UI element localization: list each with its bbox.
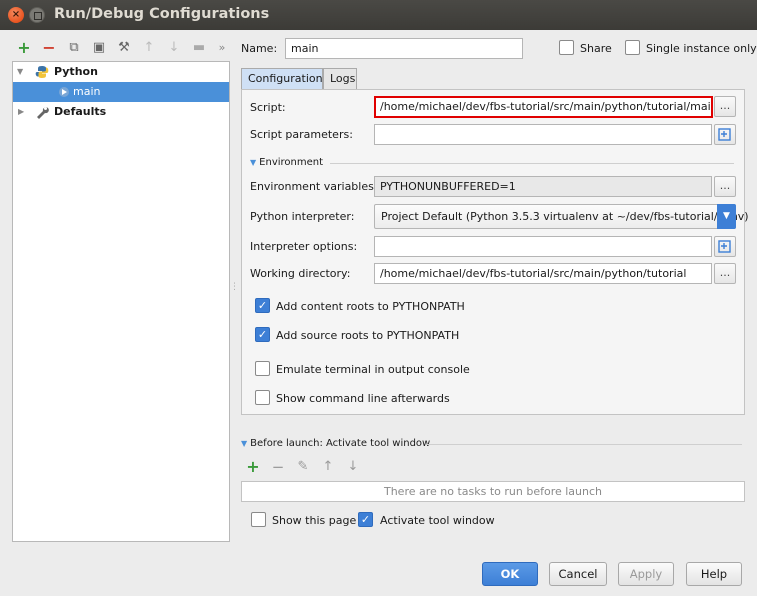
interpreter-options-label: Interpreter options: (250, 240, 358, 253)
edit-environment-button[interactable]: ... (714, 176, 736, 197)
tab-configuration[interactable]: Configuration (241, 68, 323, 90)
cancel-button[interactable]: Cancel (549, 562, 607, 586)
move-task-up-icon[interactable]: ↑ (321, 460, 335, 474)
section-expanded-icon: ▼ (250, 158, 257, 167)
section-divider (330, 163, 734, 164)
move-down-icon[interactable]: ↓ (166, 40, 182, 56)
add-content-roots-checkbox[interactable]: ✓ (255, 298, 270, 313)
emulate-terminal-label: Emulate terminal in output console (276, 363, 470, 376)
interpreter-options-input[interactable] (374, 236, 712, 257)
save-configuration-icon[interactable]: ▣ (91, 40, 107, 56)
browse-script-button[interactable]: ... (714, 96, 736, 117)
window-close-button[interactable]: × (8, 7, 24, 23)
add-task-icon[interactable]: + (246, 459, 260, 475)
environment-variables-input[interactable]: PYTHONUNBUFFERED=1 (374, 176, 712, 197)
tree-item-main[interactable]: main (13, 82, 229, 102)
wrench-icon (35, 105, 49, 119)
expand-field-button[interactable] (714, 236, 736, 257)
tree-item-defaults[interactable]: ▶ Defaults (13, 102, 229, 122)
show-command-line-checkbox[interactable] (255, 390, 270, 405)
python-run-icon (57, 85, 71, 99)
tree-item-python[interactable]: ▼ Python (13, 62, 229, 82)
browse-directory-button[interactable]: ... (714, 263, 736, 284)
working-directory-label: Working directory: (250, 267, 351, 280)
name-label: Name: (241, 42, 278, 55)
collapse-arrow-icon[interactable]: ▶ (18, 102, 24, 122)
emulate-terminal-checkbox[interactable] (255, 361, 270, 376)
single-instance-checkbox[interactable] (625, 40, 640, 55)
edit-task-icon[interactable]: ✎ (296, 460, 310, 474)
expand-arrow-icon[interactable]: ▼ (17, 62, 23, 82)
script-parameters-label: Script parameters: (250, 128, 353, 141)
tab-logs[interactable]: Logs (323, 68, 357, 90)
window-title: Run/Debug Configurations (54, 6, 270, 22)
add-configuration-icon[interactable]: + (16, 40, 32, 56)
folder-icon[interactable]: ▬ (191, 40, 207, 56)
name-input[interactable]: main (285, 38, 523, 59)
before-launch-section-header[interactable]: ▼ Before launch: Activate tool window (241, 438, 430, 449)
help-button[interactable]: Help (686, 562, 742, 586)
remove-configuration-icon[interactable]: − (41, 40, 57, 56)
script-parameters-input[interactable] (374, 124, 712, 145)
add-source-roots-label: Add source roots to PYTHONPATH (276, 329, 460, 342)
window-maximize-button[interactable] (29, 7, 45, 23)
edit-defaults-icon[interactable]: ⚒ (116, 40, 132, 56)
close-icon: × (11, 9, 21, 20)
tree-item-label: main (73, 85, 101, 98)
environment-variables-label: Environment variables: (250, 180, 378, 193)
show-this-page-checkbox[interactable] (251, 512, 266, 527)
apply-button[interactable]: Apply (618, 562, 674, 586)
section-expanded-icon: ▼ (241, 439, 248, 448)
more-actions-icon[interactable]: » (214, 40, 230, 56)
chevron-down-icon[interactable]: ▼ (717, 204, 736, 229)
section-divider (426, 444, 742, 445)
python-interpreter-value: Project Default (Python 3.5.3 virtualenv… (381, 210, 749, 223)
python-interpreter-label: Python interpreter: (250, 210, 355, 223)
script-label: Script: (250, 101, 286, 114)
expand-field-icon (718, 240, 731, 253)
activate-tool-window-checkbox[interactable]: ✓ (358, 512, 373, 527)
share-checkbox[interactable] (559, 40, 574, 55)
python-icon (35, 65, 49, 79)
tree-item-label: Python (54, 65, 98, 78)
add-source-roots-checkbox[interactable]: ✓ (255, 327, 270, 342)
single-instance-label: Single instance only (646, 42, 757, 55)
show-command-line-label: Show command line afterwards (276, 392, 450, 405)
ok-button[interactable]: OK (482, 562, 538, 586)
configuration-tree[interactable]: ▼ Python main ▶ Defaults (12, 61, 230, 542)
move-up-icon[interactable]: ↑ (141, 40, 157, 56)
python-interpreter-select[interactable]: Project Default (Python 3.5.3 virtualenv… (374, 204, 749, 229)
expand-field-icon (718, 128, 731, 141)
highlight-box (374, 96, 713, 118)
add-content-roots-label: Add content roots to PYTHONPATH (276, 300, 465, 313)
share-label: Share (580, 42, 612, 55)
show-this-page-label: Show this page (272, 514, 357, 527)
panel-splitter-handle[interactable]: ⋮⋮ (230, 282, 247, 296)
copy-configuration-icon[interactable]: ⧉ (66, 40, 82, 56)
environment-section-header[interactable]: ▼ Environment (250, 157, 323, 168)
before-launch-task-list[interactable]: There are no tasks to run before launch (241, 481, 745, 502)
expand-field-button[interactable] (714, 124, 736, 145)
title-bar: × Run/Debug Configurations (0, 0, 757, 30)
remove-task-icon[interactable]: − (271, 460, 285, 475)
activate-tool-window-label: Activate tool window (380, 514, 495, 527)
working-directory-input[interactable]: /home/michael/dev/fbs-tutorial/src/main/… (374, 263, 712, 284)
move-task-down-icon[interactable]: ↓ (346, 460, 360, 474)
tree-item-label: Defaults (54, 105, 107, 118)
